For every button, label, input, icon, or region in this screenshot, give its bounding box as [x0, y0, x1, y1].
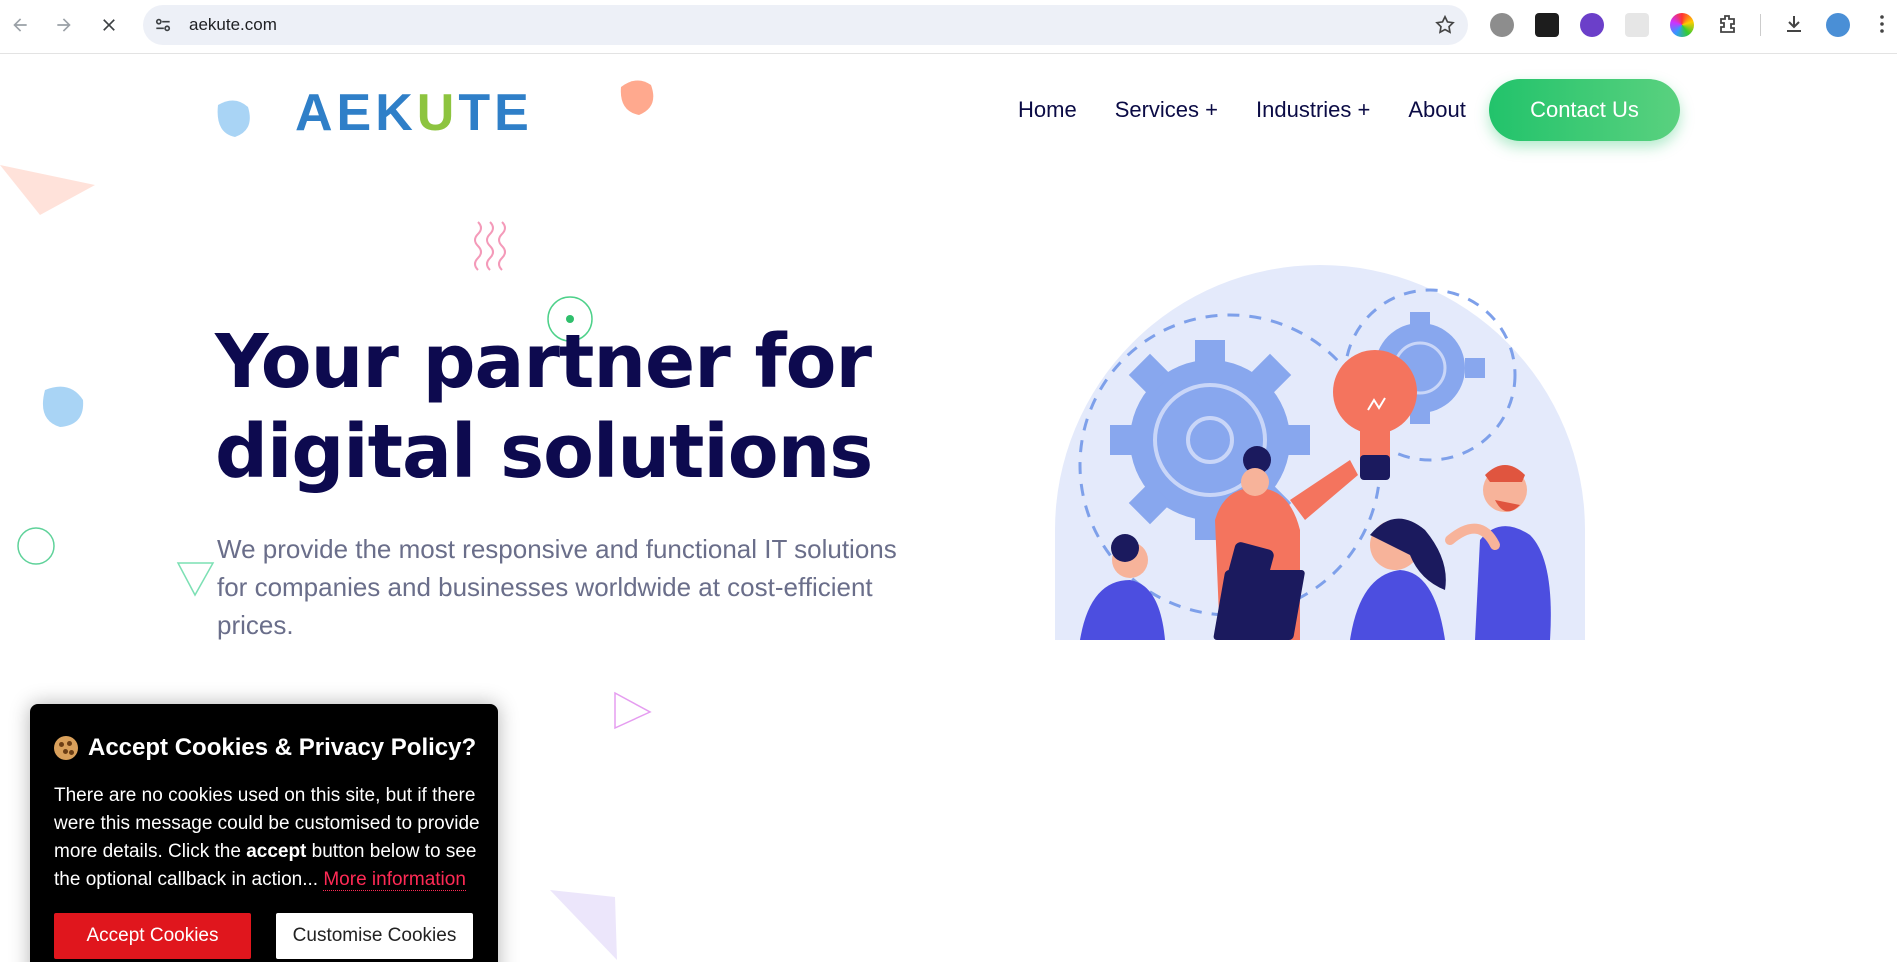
close-icon[interactable] — [94, 10, 124, 40]
cookie-title-text: Accept Cookies & Privacy Policy? — [88, 734, 477, 761]
nav-item-home[interactable]: Home — [1018, 97, 1077, 123]
extension-grid-icon[interactable] — [1625, 13, 1649, 37]
cookie-icon — [54, 736, 78, 760]
accept-cookies-button[interactable]: Accept Cookies — [54, 913, 251, 959]
extension-search-icon[interactable] — [1580, 13, 1604, 37]
hero-headline-line-1: Your partner for — [215, 319, 872, 405]
profile-avatar[interactable] — [1826, 13, 1850, 37]
cookie-message-bold: accept — [246, 841, 307, 862]
nav-item-services[interactable]: Services + — [1115, 97, 1218, 123]
forward-arrow-icon[interactable] — [49, 10, 79, 40]
download-icon[interactable] — [1782, 12, 1806, 36]
browser-toolbar: aekute.com — [0, 0, 1897, 54]
decorative-orange-blob — [620, 80, 654, 115]
cookie-message: There are no cookies used on this site, … — [54, 782, 484, 894]
nav-item-about[interactable]: About — [1408, 97, 1466, 123]
extensions-puzzle-icon[interactable] — [1716, 12, 1740, 36]
logo-text-start: AEK — [295, 84, 417, 142]
hero-headline-line-2: digital solutions — [215, 409, 873, 495]
hero-headline: Your partner for digital solutions — [215, 317, 935, 497]
decorative-blue-blob — [42, 386, 84, 427]
address-bar[interactable]: aekute.com — [143, 5, 1468, 45]
decorative-triangle-outline — [614, 691, 652, 730]
nav-item-industries[interactable]: Industries + — [1256, 97, 1370, 123]
customise-cookies-button[interactable]: Customise Cookies — [276, 913, 473, 959]
logo-text-highlight: U — [416, 84, 459, 142]
more-information-link[interactable]: More information — [323, 869, 466, 891]
decorative-triangle-shape — [0, 165, 95, 215]
site-logo[interactable]: AEKUTE — [295, 83, 533, 143]
decorative-wave-lines — [474, 221, 506, 271]
cookie-consent-dialog: Accept Cookies & Privacy Policy? There a… — [30, 704, 498, 962]
decorative-purple-shape — [550, 890, 617, 960]
more-menu-icon[interactable] — [1870, 12, 1894, 36]
toolbar-divider — [1760, 14, 1761, 36]
cookie-dialog-title: Accept Cookies & Privacy Policy? — [54, 734, 476, 762]
contact-us-button[interactable]: Contact Us — [1489, 79, 1680, 141]
hero-description: We provide the most responsive and funct… — [217, 534, 897, 640]
extension-lighthouse-icon[interactable] — [1535, 13, 1559, 37]
decorative-triangle-outline — [176, 562, 215, 597]
logo-text-end: TE — [458, 84, 533, 142]
decorative-green-ring — [17, 527, 55, 565]
bookmark-star-icon[interactable] — [1434, 14, 1456, 36]
decorative-blue-blob — [217, 100, 250, 137]
web-page: AEKUTE Home Services + Industries + Abou… — [0, 55, 1897, 962]
back-arrow-icon[interactable] — [5, 10, 35, 40]
url-text[interactable]: aekute.com — [189, 15, 277, 35]
extension-color-picker-icon[interactable] — [1670, 13, 1694, 37]
main-navigation: Home Services + Industries + About — [1018, 97, 1466, 123]
hero-team-illustration — [1055, 265, 1585, 640]
extension-gear-icon[interactable] — [1490, 13, 1514, 37]
site-info-icon[interactable] — [153, 15, 173, 35]
